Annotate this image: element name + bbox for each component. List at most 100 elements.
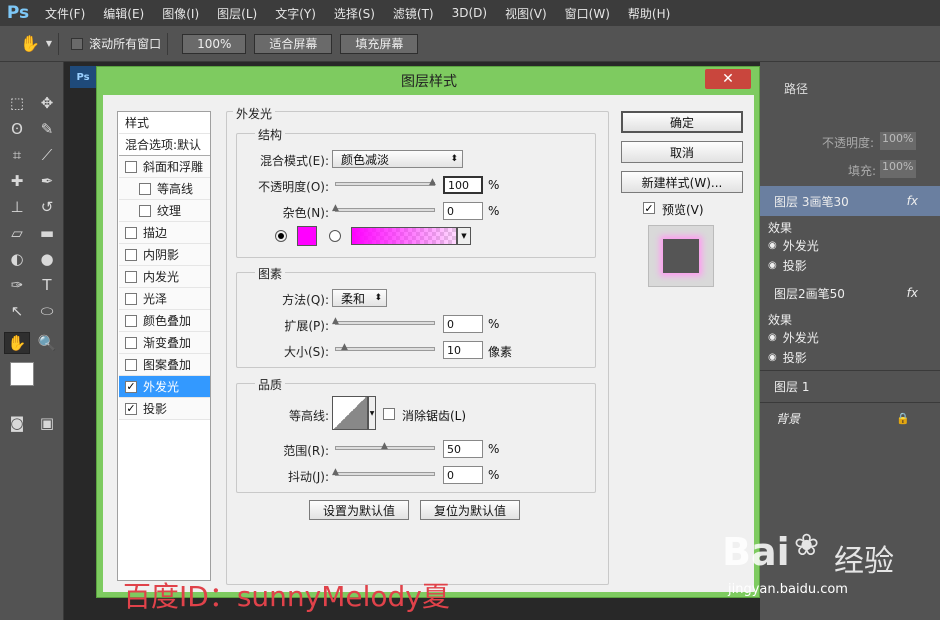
close-button[interactable]: ✕ — [705, 69, 751, 89]
tab-paths[interactable]: 路径 — [784, 80, 808, 97]
menu-item[interactable]: 视图(V) — [496, 5, 556, 22]
slider-thumb-icon[interactable]: ▲ — [332, 203, 342, 213]
blend-mode-select[interactable]: 颜色减淡 ⬍ — [332, 150, 463, 168]
slider-thumb-icon[interactable]: ▲ — [429, 177, 439, 187]
slider-thumb-icon[interactable]: ▲ — [332, 467, 342, 477]
style-item[interactable]: 渐变叠加 — [119, 332, 210, 354]
eye-icon[interactable]: ◉ — [768, 352, 777, 363]
style-checkbox[interactable] — [139, 204, 151, 217]
style-checkbox[interactable] — [139, 182, 151, 195]
reset-default-button[interactable]: 复位为默认值 — [420, 500, 520, 520]
style-item[interactable]: 描边 — [119, 222, 210, 244]
style-checkbox[interactable]: ✓ — [125, 380, 137, 393]
crop-tool-icon[interactable]: ⌗ — [4, 144, 30, 166]
pen-tool-icon[interactable]: ✑ — [4, 274, 30, 296]
effect-row[interactable]: ◉ 外发光 — [760, 328, 940, 346]
ellipse-tool-icon[interactable]: ⬭ — [34, 300, 60, 322]
jitter-input[interactable]: 0 — [443, 466, 483, 484]
eraser-tool-icon[interactable]: ▱ — [4, 222, 30, 244]
chevron-down-icon[interactable]: ▼ — [46, 39, 52, 48]
size-slider[interactable]: ▲ — [335, 342, 435, 352]
layer-row[interactable]: 图层2画笔50 fx — [760, 278, 940, 308]
style-checkbox[interactable] — [125, 270, 137, 283]
menu-item[interactable]: 编辑(E) — [94, 5, 153, 22]
menu-item[interactable]: 图层(L) — [208, 5, 266, 22]
size-input[interactable]: 10 — [443, 341, 483, 359]
fill-field[interactable]: 100% — [880, 160, 916, 178]
style-item[interactable]: 内发光 — [119, 266, 210, 288]
layer-row[interactable]: 背景 🔒 — [760, 402, 940, 434]
effect-row[interactable]: ◉ 投影 — [760, 256, 940, 274]
chevron-down-icon[interactable]: ▼ — [457, 227, 471, 245]
fill-screen-button[interactable]: 填充屏幕 — [340, 33, 419, 54]
style-checkbox[interactable] — [125, 226, 137, 239]
gradient-tool-icon[interactable]: ▬ — [34, 222, 60, 244]
path-select-icon[interactable]: ↖ — [4, 300, 30, 322]
layer-row[interactable]: 图层 3画笔30 fx — [760, 186, 940, 216]
glow-color-swatch[interactable] — [297, 226, 317, 246]
stamp-tool-icon[interactable]: ⊥ — [4, 196, 30, 218]
effect-row[interactable]: ◉ 投影 — [760, 348, 940, 366]
style-checkbox[interactable]: ✓ — [125, 402, 137, 415]
style-checkbox[interactable] — [125, 336, 137, 349]
menu-item[interactable]: 选择(S) — [325, 5, 384, 22]
gradient-radio[interactable] — [329, 230, 341, 242]
move-tool-icon[interactable]: ✥ — [34, 92, 60, 114]
menu-item[interactable]: 图像(I) — [153, 5, 208, 22]
hand-tool-icon[interactable]: ✋ — [4, 332, 30, 354]
range-slider[interactable]: ▲ — [335, 441, 435, 451]
document-ps-icon[interactable]: Ps — [70, 66, 96, 88]
hand-tool-icon[interactable]: ✋ — [20, 34, 40, 53]
style-checkbox[interactable] — [125, 292, 137, 305]
marquee-tool-icon[interactable]: ⬚ — [4, 92, 30, 114]
menu-item[interactable]: 帮助(H) — [619, 5, 679, 22]
style-checkbox[interactable] — [125, 160, 137, 173]
range-input[interactable]: 50 — [443, 440, 483, 458]
history-brush-icon[interactable]: ↺ — [34, 196, 60, 218]
menu-item[interactable]: 文字(Y) — [266, 5, 325, 22]
menu-item[interactable]: 窗口(W) — [556, 5, 619, 22]
effect-row[interactable]: ◉ 外发光 — [760, 236, 940, 254]
style-item[interactable]: 纹理 — [119, 200, 210, 222]
ok-button[interactable]: 确定 — [621, 111, 743, 133]
style-checkbox[interactable] — [125, 314, 137, 327]
quick-mask-icon[interactable]: ◙ — [4, 412, 30, 434]
zoom-100-button[interactable]: 100% — [182, 33, 247, 54]
slider-thumb-icon[interactable]: ▲ — [332, 316, 342, 326]
menu-item[interactable]: 3D(D) — [443, 6, 496, 20]
scroll-all-checkbox[interactable] — [71, 37, 84, 50]
chevron-down-icon[interactable]: ▼ — [368, 396, 376, 430]
healing-brush-icon[interactable]: ✚ — [4, 170, 30, 192]
antialias-checkbox[interactable] — [383, 408, 395, 420]
style-item[interactable]: 内阴影 — [119, 244, 210, 266]
fx-icon[interactable]: fx — [907, 194, 918, 208]
preview-checkbox[interactable]: ✓ — [643, 202, 655, 215]
foreground-color-swatch[interactable] — [10, 362, 34, 386]
opacity-field[interactable]: 100% — [880, 132, 916, 150]
eye-icon[interactable]: ◉ — [768, 332, 777, 343]
style-item[interactable]: 光泽 — [119, 288, 210, 310]
style-item[interactable]: 斜面和浮雕 — [119, 156, 210, 178]
quick-select-icon[interactable]: ✎ — [34, 118, 60, 140]
cancel-button[interactable]: 取消 — [621, 141, 743, 163]
zoom-tool-icon[interactable]: 🔍 — [34, 332, 60, 354]
slider-thumb-icon[interactable]: ▲ — [381, 441, 391, 451]
eye-icon[interactable]: ◉ — [768, 240, 777, 251]
style-checkbox[interactable] — [125, 248, 137, 261]
style-item[interactable]: ✓ 外发光 — [119, 376, 210, 398]
opacity-slider[interactable]: ▲ — [335, 177, 436, 187]
spread-slider[interactable]: ▲ — [332, 316, 435, 326]
eyedropper-icon[interactable]: ⟋ — [34, 144, 60, 166]
set-default-button[interactable]: 设置为默认值 — [309, 500, 409, 520]
slider-thumb-icon[interactable]: ▲ — [341, 342, 351, 352]
style-item[interactable]: 等高线 — [119, 178, 210, 200]
spread-input[interactable]: 0 — [443, 315, 483, 333]
style-checkbox[interactable] — [125, 358, 137, 371]
noise-slider[interactable]: ▲ — [332, 203, 435, 213]
contour-preview[interactable] — [332, 396, 368, 430]
new-style-button[interactable]: 新建样式(W)... — [621, 171, 743, 193]
jitter-slider[interactable]: ▲ — [332, 467, 435, 477]
blend-options-item[interactable]: 混合选项:默认 — [119, 134, 210, 156]
style-item[interactable]: ✓ 投影 — [119, 398, 210, 420]
opacity-input[interactable]: 100 — [443, 176, 483, 194]
